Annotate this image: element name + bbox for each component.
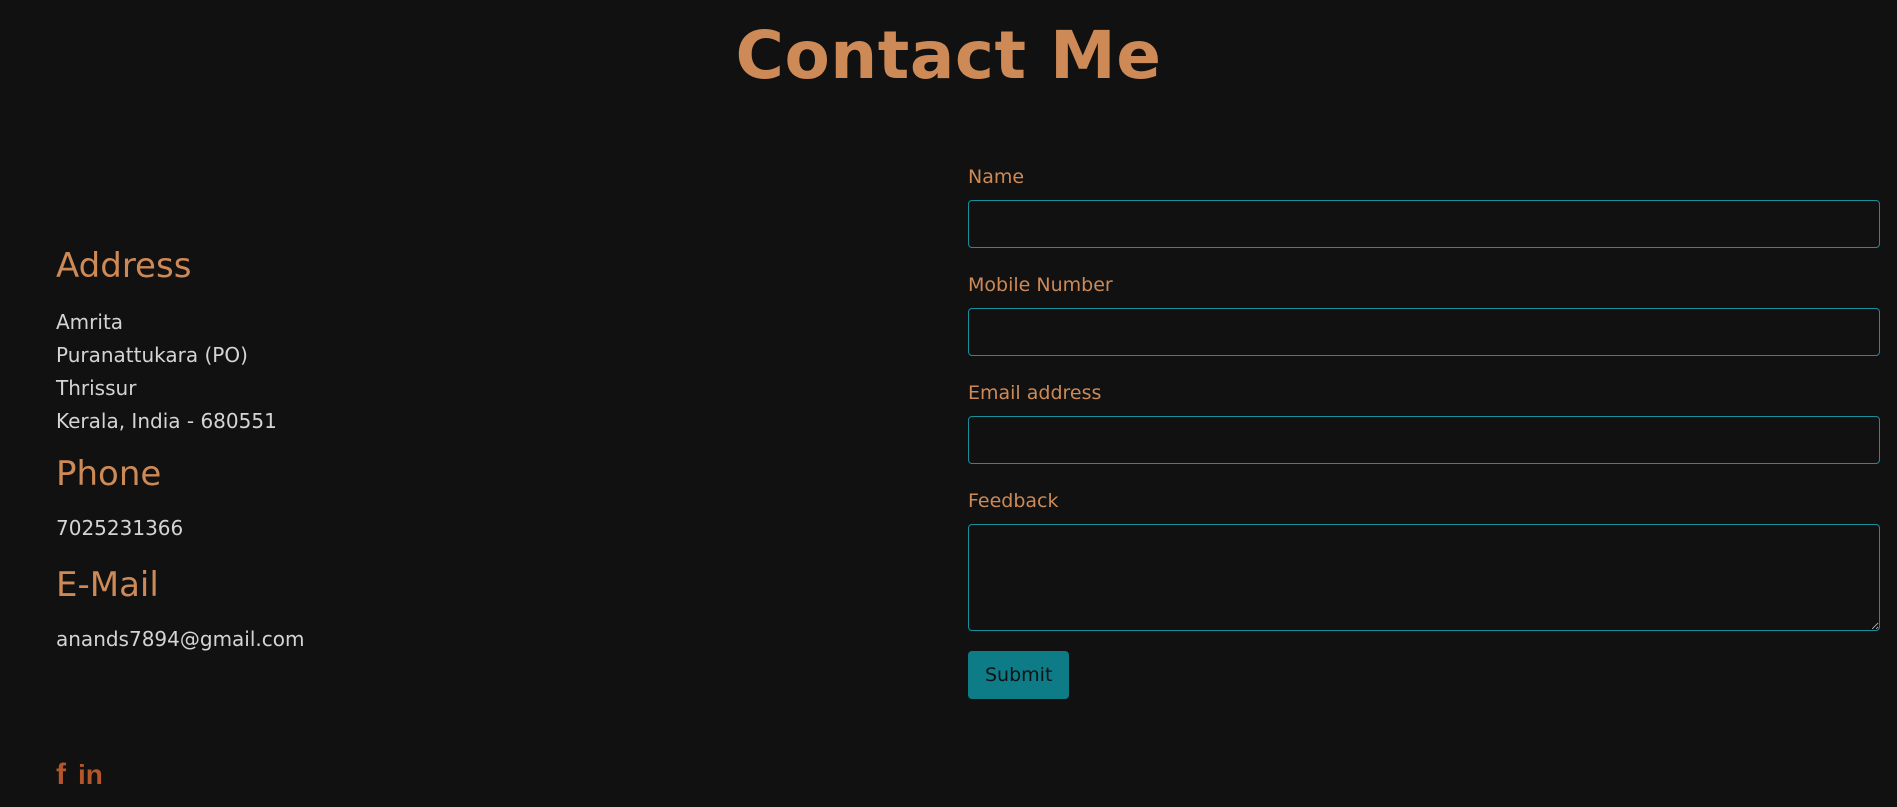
phone-number: 7025231366 [56,516,184,540]
social-links: f in [56,760,103,790]
page-title: Contact Me [735,17,1162,94]
feedback-textarea[interactable] [968,524,1880,631]
feedback-label: Feedback [968,490,1059,512]
email-label: Email address [968,382,1102,404]
address-line: Puranattukara (PO) [56,343,248,367]
address-heading: Address [56,246,192,286]
name-label: Name [968,166,1025,188]
phone-heading: Phone [56,454,162,494]
address-line: Kerala, India - 680551 [56,409,277,433]
mobile-number-input[interactable] [968,308,1880,356]
contact-info: Address Amrita Puranattukara (PO) Thriss… [56,240,856,656]
mobile-label: Mobile Number [968,274,1113,296]
contact-form: Name Mobile Number Email address Feedbac… [968,164,1880,699]
address-line: Thrissur [56,376,137,400]
address-block: Amrita Puranattukara (PO) Thrissur Keral… [56,306,856,438]
email-address: anands7894@gmail.com [56,627,305,651]
submit-button[interactable]: Submit [968,651,1070,699]
email-heading: E-Mail [56,565,159,605]
facebook-icon[interactable]: f [56,760,66,790]
name-input[interactable] [968,200,1880,248]
linkedin-icon[interactable]: in [78,760,103,790]
address-line: Amrita [56,310,124,334]
email-input[interactable] [968,416,1880,464]
